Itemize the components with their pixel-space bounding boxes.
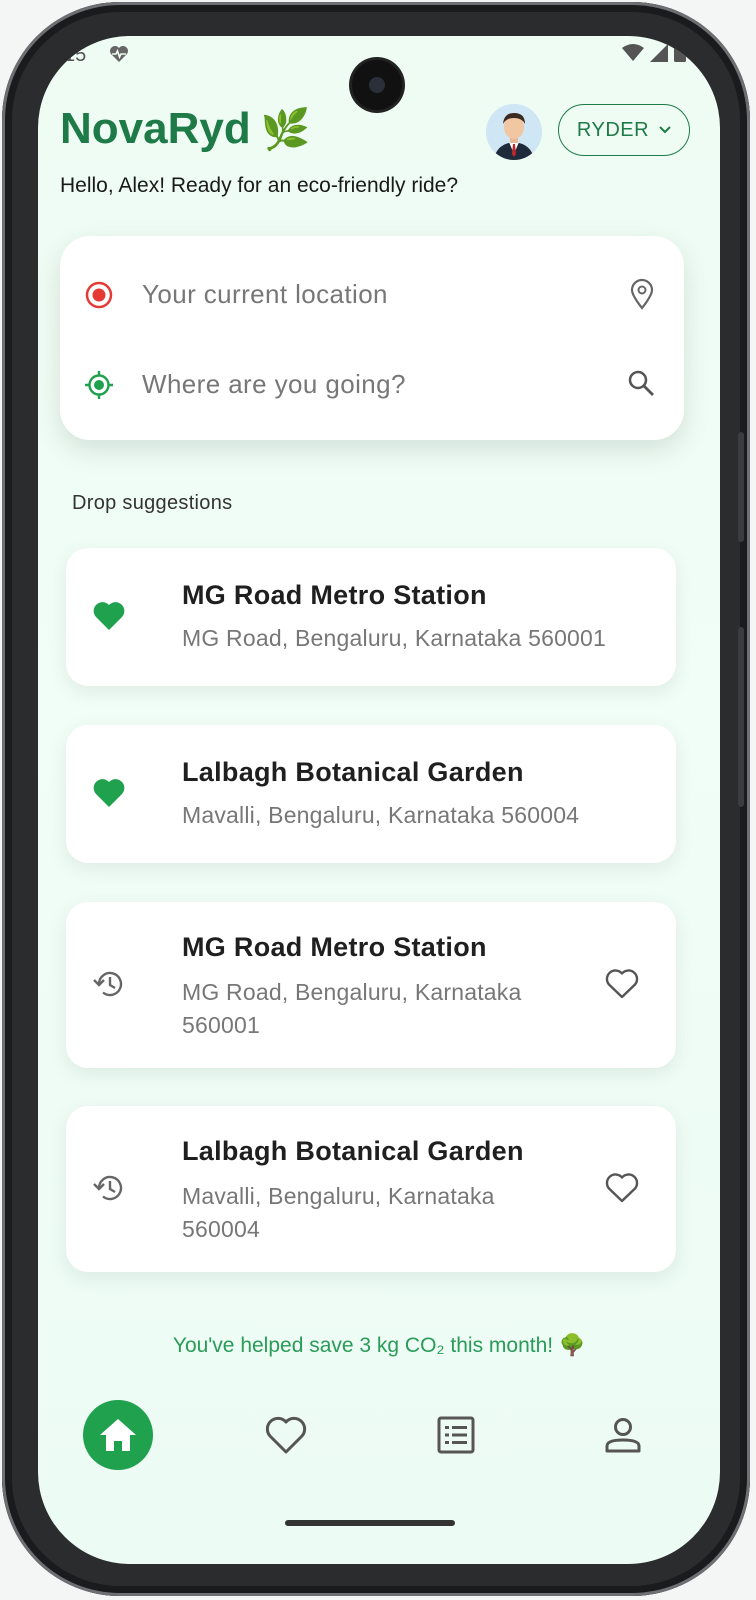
history-icon <box>92 1172 126 1209</box>
app-screen: 15 NovaRyd 🌿 RYDER Hello, Alex! Ready fo… <box>38 36 720 1564</box>
pickup-placeholder: Your current location <box>142 278 388 309</box>
suggestion-address: Mavalli, Bengaluru, Karnataka 560004 <box>182 802 580 828</box>
suggestions-heading: Drop suggestions <box>72 492 233 514</box>
heart-outline-icon <box>265 1416 307 1454</box>
home-icon <box>100 1419 136 1451</box>
nav-rides[interactable] <box>421 1400 491 1470</box>
greeting-text: Hello, Alex! Ready for an eco-friendly r… <box>60 174 459 197</box>
side-button <box>738 432 744 542</box>
suggestion-card[interactable]: MG Road Metro Station MG Road, Bengaluru… <box>66 902 676 1068</box>
suggestion-title: Lalbagh Botanical Garden <box>182 757 524 787</box>
health-pulse-icon <box>108 44 130 69</box>
suggestion-title: MG Road Metro Station <box>182 932 487 962</box>
suggestion-address-line1: Mavalli, Bengaluru, Karnataka <box>182 1183 495 1209</box>
chevron-down-icon <box>659 126 671 134</box>
signal-icon <box>650 44 668 62</box>
heart-filled-icon[interactable] <box>92 777 126 814</box>
status-time: 15 <box>64 44 87 66</box>
suggestion-card[interactable]: Lalbagh Botanical Garden Mavalli, Bengal… <box>66 1106 676 1272</box>
heart-outline-icon[interactable] <box>604 1172 640 1209</box>
wifi-icon <box>622 44 644 61</box>
front-camera <box>352 60 402 110</box>
destination-field[interactable]: Where are you going? <box>60 354 684 414</box>
leaf-icon: 🌿 <box>260 107 311 152</box>
search-icon[interactable] <box>626 368 656 403</box>
person-icon <box>605 1418 641 1453</box>
heart-filled-icon[interactable] <box>92 600 126 637</box>
search-card: Your current location Where are you goin… <box>60 236 684 440</box>
suggestion-address-line1: MG Road, Bengaluru, Karnataka <box>182 979 522 1005</box>
suggestion-title: MG Road Metro Station <box>182 580 487 610</box>
volume-button <box>738 627 744 807</box>
avatar[interactable] <box>486 104 542 160</box>
battery-icon <box>674 44 686 62</box>
bottom-nav <box>38 1392 720 1492</box>
phone-frame: 15 NovaRyd 🌿 RYDER Hello, Alex! Ready fo… <box>2 2 750 1596</box>
heart-outline-icon[interactable] <box>604 968 640 1005</box>
suggestion-address-line2: 560001 <box>182 1012 260 1038</box>
suggestion-card[interactable]: Lalbagh Botanical Garden Mavalli, Bengal… <box>66 725 676 863</box>
nav-home[interactable] <box>83 1400 153 1470</box>
suggestion-title: Lalbagh Botanical Garden <box>182 1136 524 1166</box>
pickup-dot-icon <box>84 280 114 315</box>
role-selector[interactable]: RYDER <box>558 104 690 156</box>
list-icon <box>437 1416 475 1454</box>
eco-impact-message: You've helped save 3 kg CO₂ this month! … <box>172 1334 586 1357</box>
location-pin-icon[interactable] <box>628 278 656 315</box>
destination-placeholder: Where are you going? <box>142 368 406 399</box>
app-logo: NovaRyd 🌿 <box>60 104 311 154</box>
nav-favorites[interactable] <box>251 1400 321 1470</box>
pickup-field[interactable]: Your current location <box>60 264 684 324</box>
nav-profile[interactable] <box>588 1400 658 1470</box>
suggestion-address: MG Road, Bengaluru, Karnataka 560001 <box>182 625 607 651</box>
history-icon <box>92 968 126 1005</box>
gps-target-icon <box>84 370 114 405</box>
suggestion-address-line2: 560004 <box>182 1216 260 1242</box>
suggestion-card[interactable]: MG Road Metro Station MG Road, Bengaluru… <box>66 548 676 686</box>
role-label: RYDER <box>576 118 650 141</box>
brand-name: NovaRyd <box>60 104 251 153</box>
gesture-home-bar[interactable] <box>285 1520 455 1526</box>
